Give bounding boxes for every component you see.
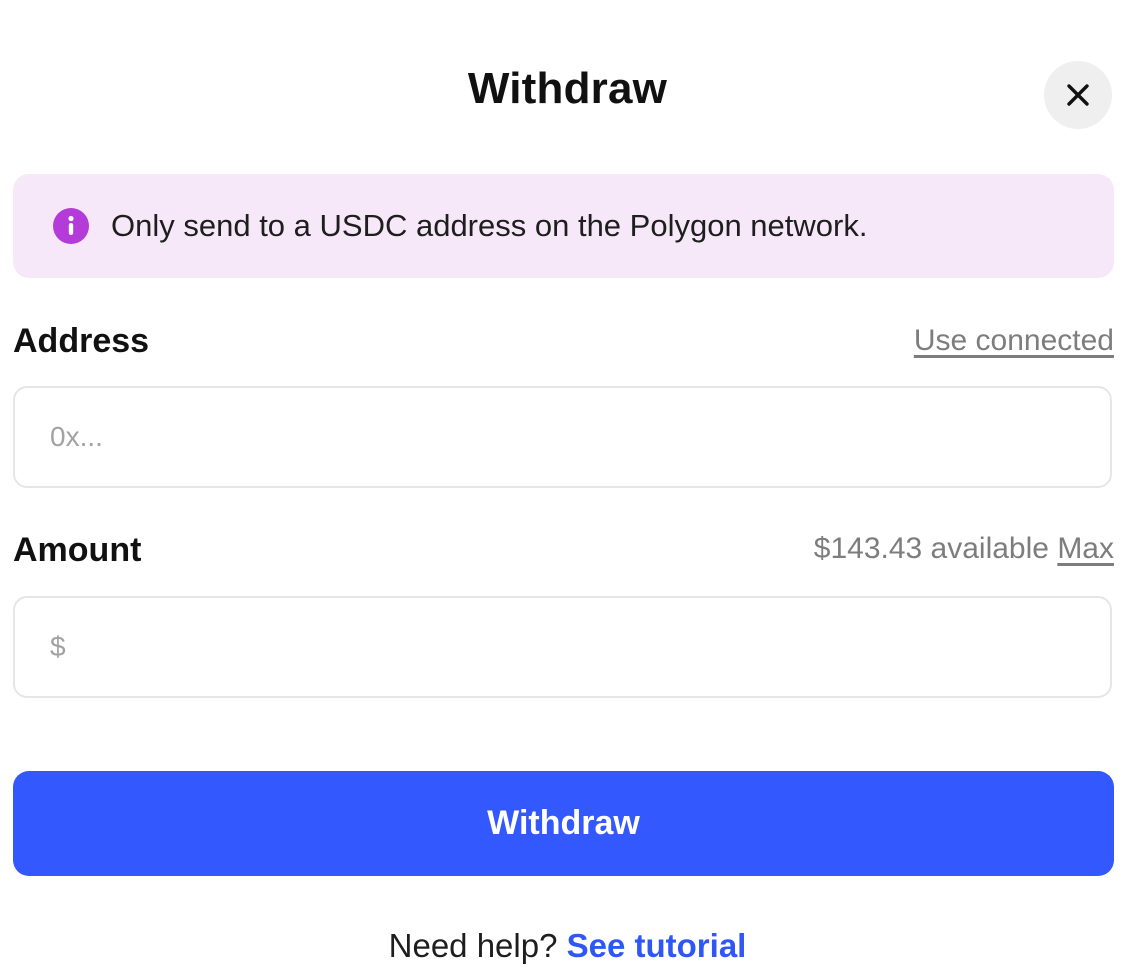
amount-label: Amount <box>13 531 142 569</box>
withdraw-button[interactable]: Withdraw <box>13 771 1114 876</box>
network-warning-banner: Only send to a USDC address on the Polyg… <box>13 174 1114 278</box>
address-field-container <box>13 386 1112 488</box>
info-icon <box>53 208 89 244</box>
modal-title: Withdraw <box>467 64 668 113</box>
network-warning-text: Only send to a USDC address on the Polyg… <box>111 208 868 243</box>
address-label: Address <box>13 322 150 360</box>
use-connected-link[interactable]: Use connected <box>914 324 1114 358</box>
see-tutorial-link[interactable]: See tutorial <box>567 927 747 964</box>
help-prefix: Need help? <box>388 927 558 964</box>
amount-input[interactable] <box>15 598 1110 696</box>
max-button[interactable]: Max <box>1057 532 1114 565</box>
help-footer: Need help? See tutorial <box>0 927 1135 965</box>
available-balance: $143.43 available Max <box>814 532 1114 566</box>
available-balance-text: $143.43 available <box>813 532 1049 565</box>
amount-field-container <box>13 596 1112 698</box>
address-input[interactable] <box>15 388 1110 486</box>
close-button[interactable] <box>1044 61 1112 129</box>
withdraw-modal: Withdraw Only send to a USDC address on … <box>0 0 1135 975</box>
close-icon <box>1067 84 1089 106</box>
